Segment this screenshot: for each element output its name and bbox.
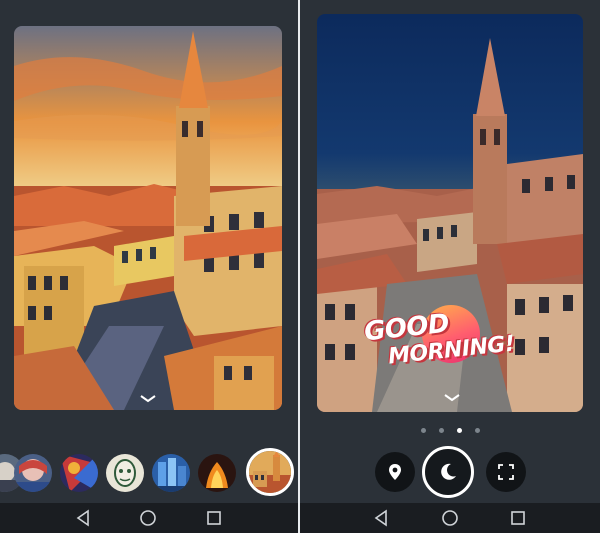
night-mode-button[interactable] [422,446,474,498]
filtered-photo-preview[interactable] [14,26,282,410]
location-pin-icon [389,464,401,480]
chevron-down-icon[interactable] [138,393,158,403]
home-icon[interactable] [440,508,460,528]
good-morning-sticker[interactable]: GOOD MORNING! [358,305,528,385]
location-button[interactable] [375,452,415,492]
system-navigation-bar [0,503,298,533]
system-navigation-bar [300,503,600,533]
right-screen: GOOD MORNING! [300,0,600,533]
filter-thumb-2-icon[interactable] [14,454,52,492]
page-dot[interactable] [421,428,426,433]
back-icon[interactable] [372,508,392,528]
chevron-down-icon[interactable] [442,392,462,402]
filter-thumb-3-icon[interactable] [60,454,98,492]
back-icon[interactable] [74,508,94,528]
fullscreen-button[interactable] [486,452,526,492]
recents-icon[interactable] [508,508,528,528]
filter-thumb-5-icon[interactable] [152,454,190,492]
left-screen [0,0,298,533]
filter-thumb-6-icon[interactable] [198,454,236,492]
filter-thumb-selected-icon[interactable] [246,448,294,496]
page-dot[interactable] [439,428,444,433]
filter-thumb-4-icon[interactable] [106,454,144,492]
recents-icon[interactable] [204,508,224,528]
filter-carousel[interactable] [0,448,298,496]
page-dot-active[interactable] [457,428,462,433]
city-painting-image [14,26,282,410]
page-dot[interactable] [475,428,480,433]
moon-icon [441,463,456,480]
home-icon[interactable] [138,508,158,528]
fullscreen-icon [498,464,514,480]
page-indicator [300,428,600,436]
